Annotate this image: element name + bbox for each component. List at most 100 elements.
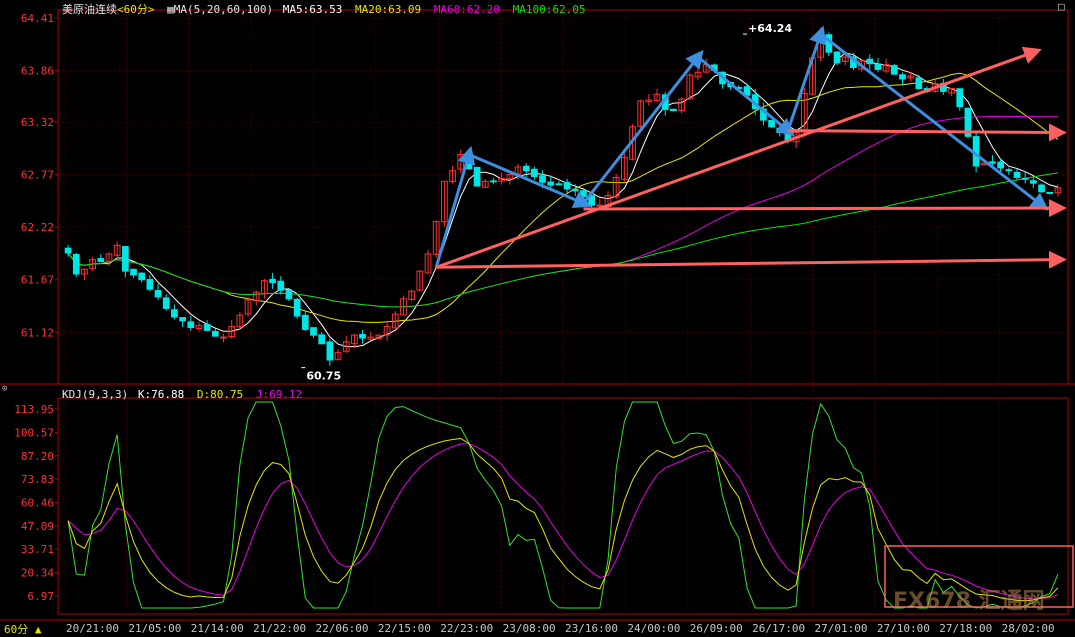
support-arrow <box>436 250 1067 269</box>
j-value: J:69.12 <box>255 388 303 401</box>
trend-annotations: +64.24 60.75 <box>301 22 1074 608</box>
support-arrow <box>583 199 1067 218</box>
kdj-y-tick-label: 73.83 <box>21 473 54 486</box>
price-extreme-label: +64.24 <box>748 22 792 35</box>
ma100-value: MA100:62.05 <box>512 3 586 16</box>
y-tick-label: 63.32 <box>21 116 54 129</box>
kdj-y-tick-label: 113.95 <box>14 403 54 416</box>
candle-body <box>146 279 154 290</box>
x-tick-label: 22/15:00 <box>378 622 431 635</box>
period-label[interactable]: <60分> <box>117 3 155 16</box>
candle-body <box>571 188 579 192</box>
candle-body <box>1005 169 1013 172</box>
candle-body <box>211 330 219 337</box>
watermark-logo: FX678 汇通网 <box>893 589 1045 614</box>
kdj-y-tick-label: 6.97 <box>28 590 55 603</box>
candle-body <box>580 190 587 198</box>
kdj-legend: KDJ(9,3,3) K:76.88 D:80.75 J:69.12 <box>62 388 302 401</box>
ma-title: MA(5,20,60,100) <box>173 3 274 16</box>
candle-body <box>310 327 317 336</box>
x-tick-label: 21/22:00 <box>253 622 306 635</box>
x-tick-label: 27/18:00 <box>939 622 992 635</box>
y-tick-label: 63.86 <box>21 64 54 77</box>
kdj-y-tick-label: 47.09 <box>21 520 54 533</box>
candle-body <box>596 204 604 207</box>
ma60-value: MA60:62.20 <box>433 3 501 16</box>
price-extreme-label: 60.75 <box>306 370 341 383</box>
main-legend: 美原油连续<60分> ▦MA(5,20,60,100) MA5:63.53 MA… <box>62 1 586 17</box>
y-tick-label: 62.22 <box>21 221 54 234</box>
candle-body <box>301 314 309 330</box>
x-tick-label: 28/02:00 <box>1002 622 1055 635</box>
candle-body <box>138 272 146 281</box>
kdj-y-tick-label: 100.57 <box>14 426 54 439</box>
x-tick-label: 27/01:00 <box>815 622 868 635</box>
candle-body <box>997 161 1005 169</box>
instrument-title: 美原油连续 <box>62 3 117 16</box>
candle-body <box>563 181 571 190</box>
kdj-y-tick-label: 20.34 <box>21 566 54 579</box>
x-tick-label: 26/09:00 <box>690 622 743 635</box>
candle-body <box>1013 171 1021 178</box>
candle-body <box>64 247 72 254</box>
candle-body <box>890 65 898 75</box>
candle-body <box>121 246 129 272</box>
y-tick-label: 64.41 <box>21 12 54 25</box>
candle-body <box>97 258 105 263</box>
candle-body <box>1038 184 1045 193</box>
y-tick-label: 61.12 <box>21 326 54 339</box>
x-tick-label: 22/06:00 <box>316 622 369 635</box>
ma5-value: MA5:63.53 <box>282 3 343 16</box>
candle-body <box>768 119 775 128</box>
wave-arrow-up <box>582 49 704 205</box>
kdj-y-tick-label: 60.46 <box>21 496 54 509</box>
x-tick-label: 24/00:00 <box>627 622 680 635</box>
candle-body <box>776 127 784 134</box>
axis-labels: 20/21:00 21/05:00 21/14:00 21/22:00 22/06:00… <box>14 12 1054 635</box>
candle-body <box>220 336 227 339</box>
candle-body <box>187 321 195 329</box>
candle-body <box>326 341 334 361</box>
wave-arrow-down <box>697 55 795 137</box>
candle-body <box>670 108 677 112</box>
candle-body <box>285 289 293 300</box>
candle-body <box>154 290 162 298</box>
candle-body <box>72 253 80 275</box>
y-tick-label: 61.67 <box>21 274 54 287</box>
candle-body <box>555 183 563 186</box>
candle-body <box>473 166 481 187</box>
candle-body <box>539 175 546 183</box>
candle-body <box>490 180 497 183</box>
pane-settings-icon[interactable]: ⊙ <box>2 384 7 394</box>
candle-body <box>1021 177 1029 180</box>
x-tick-label: 27/10:00 <box>877 622 930 635</box>
candle-body <box>179 317 186 322</box>
candle-body <box>293 298 301 317</box>
candle-body <box>522 165 530 172</box>
period-selector-label: 60分 <box>4 623 29 636</box>
candle-body <box>318 334 326 345</box>
kdj-lines <box>67 401 1059 609</box>
candle-body <box>1030 180 1037 184</box>
candle-body <box>531 168 538 177</box>
d-value: D:80.75 <box>196 388 244 401</box>
chart-grid <box>0 9 1075 621</box>
ma-icon: ▦ <box>167 3 174 16</box>
y-tick-label: 62.77 <box>21 169 54 182</box>
x-tick-label: 23/16:00 <box>565 622 618 635</box>
candle-body <box>171 309 178 318</box>
candle-body <box>359 333 366 339</box>
kdj-j-line <box>67 401 1059 609</box>
window-close-icon[interactable]: □ <box>1058 0 1065 13</box>
kdj-title: KDJ(9,3,3) <box>62 388 129 401</box>
candle-body <box>1046 191 1054 194</box>
x-tick-label: 26/17:00 <box>752 622 805 635</box>
candle-body <box>130 268 137 276</box>
wave-arrow-down <box>468 153 592 209</box>
candle-body <box>833 51 841 64</box>
x-tick-label: 20/21:00 <box>66 622 119 635</box>
candle-body <box>547 181 555 186</box>
candle-body <box>899 74 906 80</box>
chart-canvas: +64.24 60.75 20/21:00 21/05:00 21/14:00 21/2… <box>0 9 1075 635</box>
candle-body <box>162 297 170 309</box>
